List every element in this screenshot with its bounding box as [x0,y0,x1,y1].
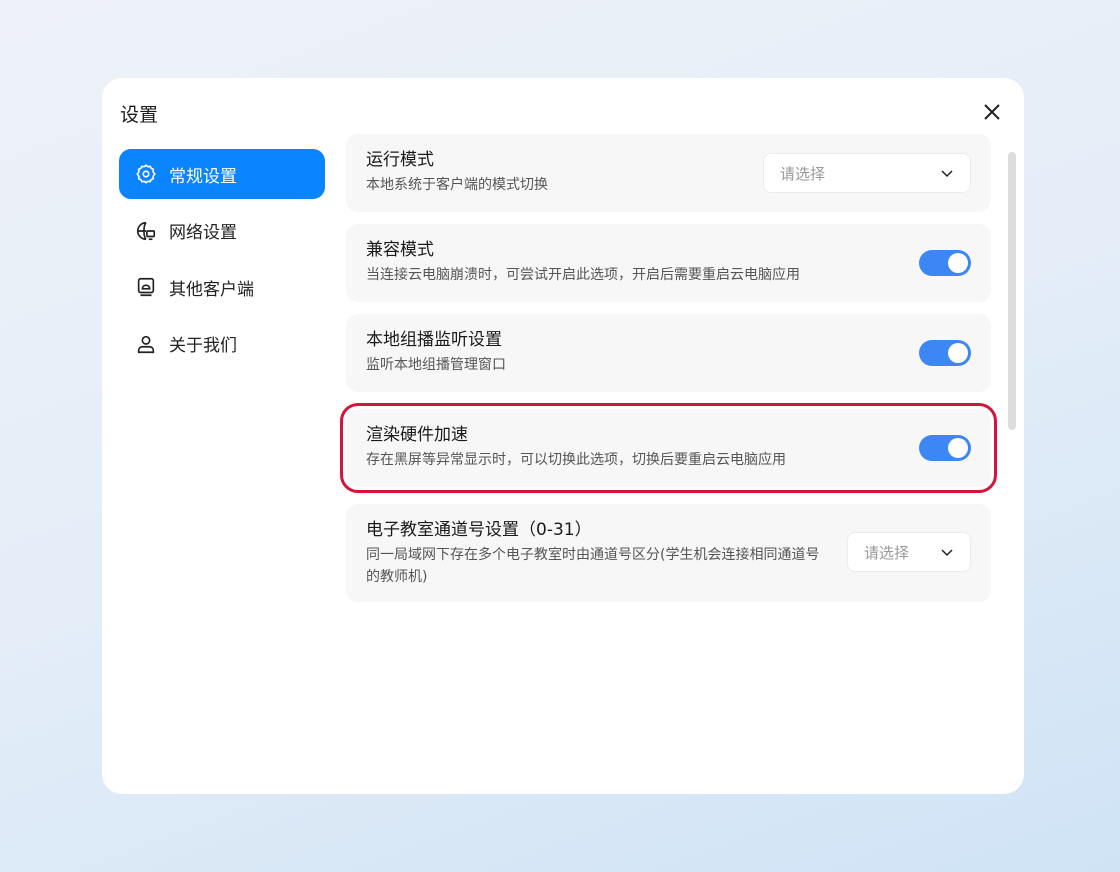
chevron-down-icon [941,170,953,178]
select-placeholder: 请选择 [864,543,910,562]
setting-run-mode: 运行模式 本地系统于客户端的模式切换 请选择 [346,134,991,212]
sidebar-item-network[interactable]: 网络设置 [119,206,325,256]
sidebar-item-label: 关于我们 [169,336,237,356]
sidebar-item-label: 常规设置 [169,166,237,187]
hardware-acceleration-toggle[interactable] [919,435,971,461]
scrollbar[interactable] [1008,152,1016,430]
multicast-listen-toggle[interactable] [919,340,971,366]
compat-mode-toggle[interactable] [919,250,971,276]
select-placeholder: 请选择 [780,164,826,183]
setting-title: 渲染硬件加速 [366,425,468,445]
network-icon [137,221,156,240]
sidebar-item-label: 网络设置 [169,223,237,243]
setting-multicast-listen: 本地组播监听设置 监听本地组播管理窗口 [346,314,991,392]
setting-hardware-acceleration: 渲染硬件加速 存在黑屏等异常显示时，可以切换此选项，切换后要重启云电脑应用 [340,403,997,493]
close-icon[interactable] [980,100,1004,124]
gear-icon [136,164,156,184]
sidebar-item-label: 其他客户端 [169,279,254,300]
settings-list: 运行模式 本地系统于客户端的模式切换 请选择 兼容模式 当连接云电脑崩溃时，可尝… [340,134,997,614]
dialog-title: 设置 [120,104,159,126]
sidebar-item-general[interactable]: 常规设置 [119,149,325,199]
setting-desc: 同一局域网下存在多个电子教室时由通道号区分(学生机会连接相同通道号的教师机) [366,547,820,585]
chevron-down-icon [941,549,953,557]
setting-compat-mode: 兼容模式 当连接云电脑崩溃时，可尝试开启此选项，开启后需要重启云电脑应用 [346,224,991,302]
setting-desc: 存在黑屏等异常显示时，可以切换此选项，切换后要重启云电脑应用 [366,452,786,468]
sidebar-item-about[interactable]: 关于我们 [119,319,325,369]
run-mode-select[interactable]: 请选择 [763,153,971,193]
setting-desc: 监听本地组播管理窗口 [366,357,506,373]
sidebar-item-other-clients[interactable]: 其他客户端 [119,262,325,312]
setting-title: 兼容模式 [366,240,434,260]
setting-title: 本地组播监听设置 [366,330,502,350]
settings-dialog: 设置 常规设置 网络设置 其他客户端 关于我们 运行模式 本地系统于客户端的模式… [102,78,1024,794]
setting-desc: 当连接云电脑崩溃时，可尝试开启此选项，开启后需要重启云电脑应用 [366,267,800,283]
classroom-channel-select[interactable]: 请选择 [847,532,971,572]
sidebar: 常规设置 网络设置 其他客户端 关于我们 [119,149,325,375]
user-icon [137,335,155,353]
setting-classroom-channel: 电子教室通道号设置（0-31） 同一局域网下存在多个电子教室时由通道号区分(学生… [346,504,991,602]
monitor-icon [137,277,155,297]
